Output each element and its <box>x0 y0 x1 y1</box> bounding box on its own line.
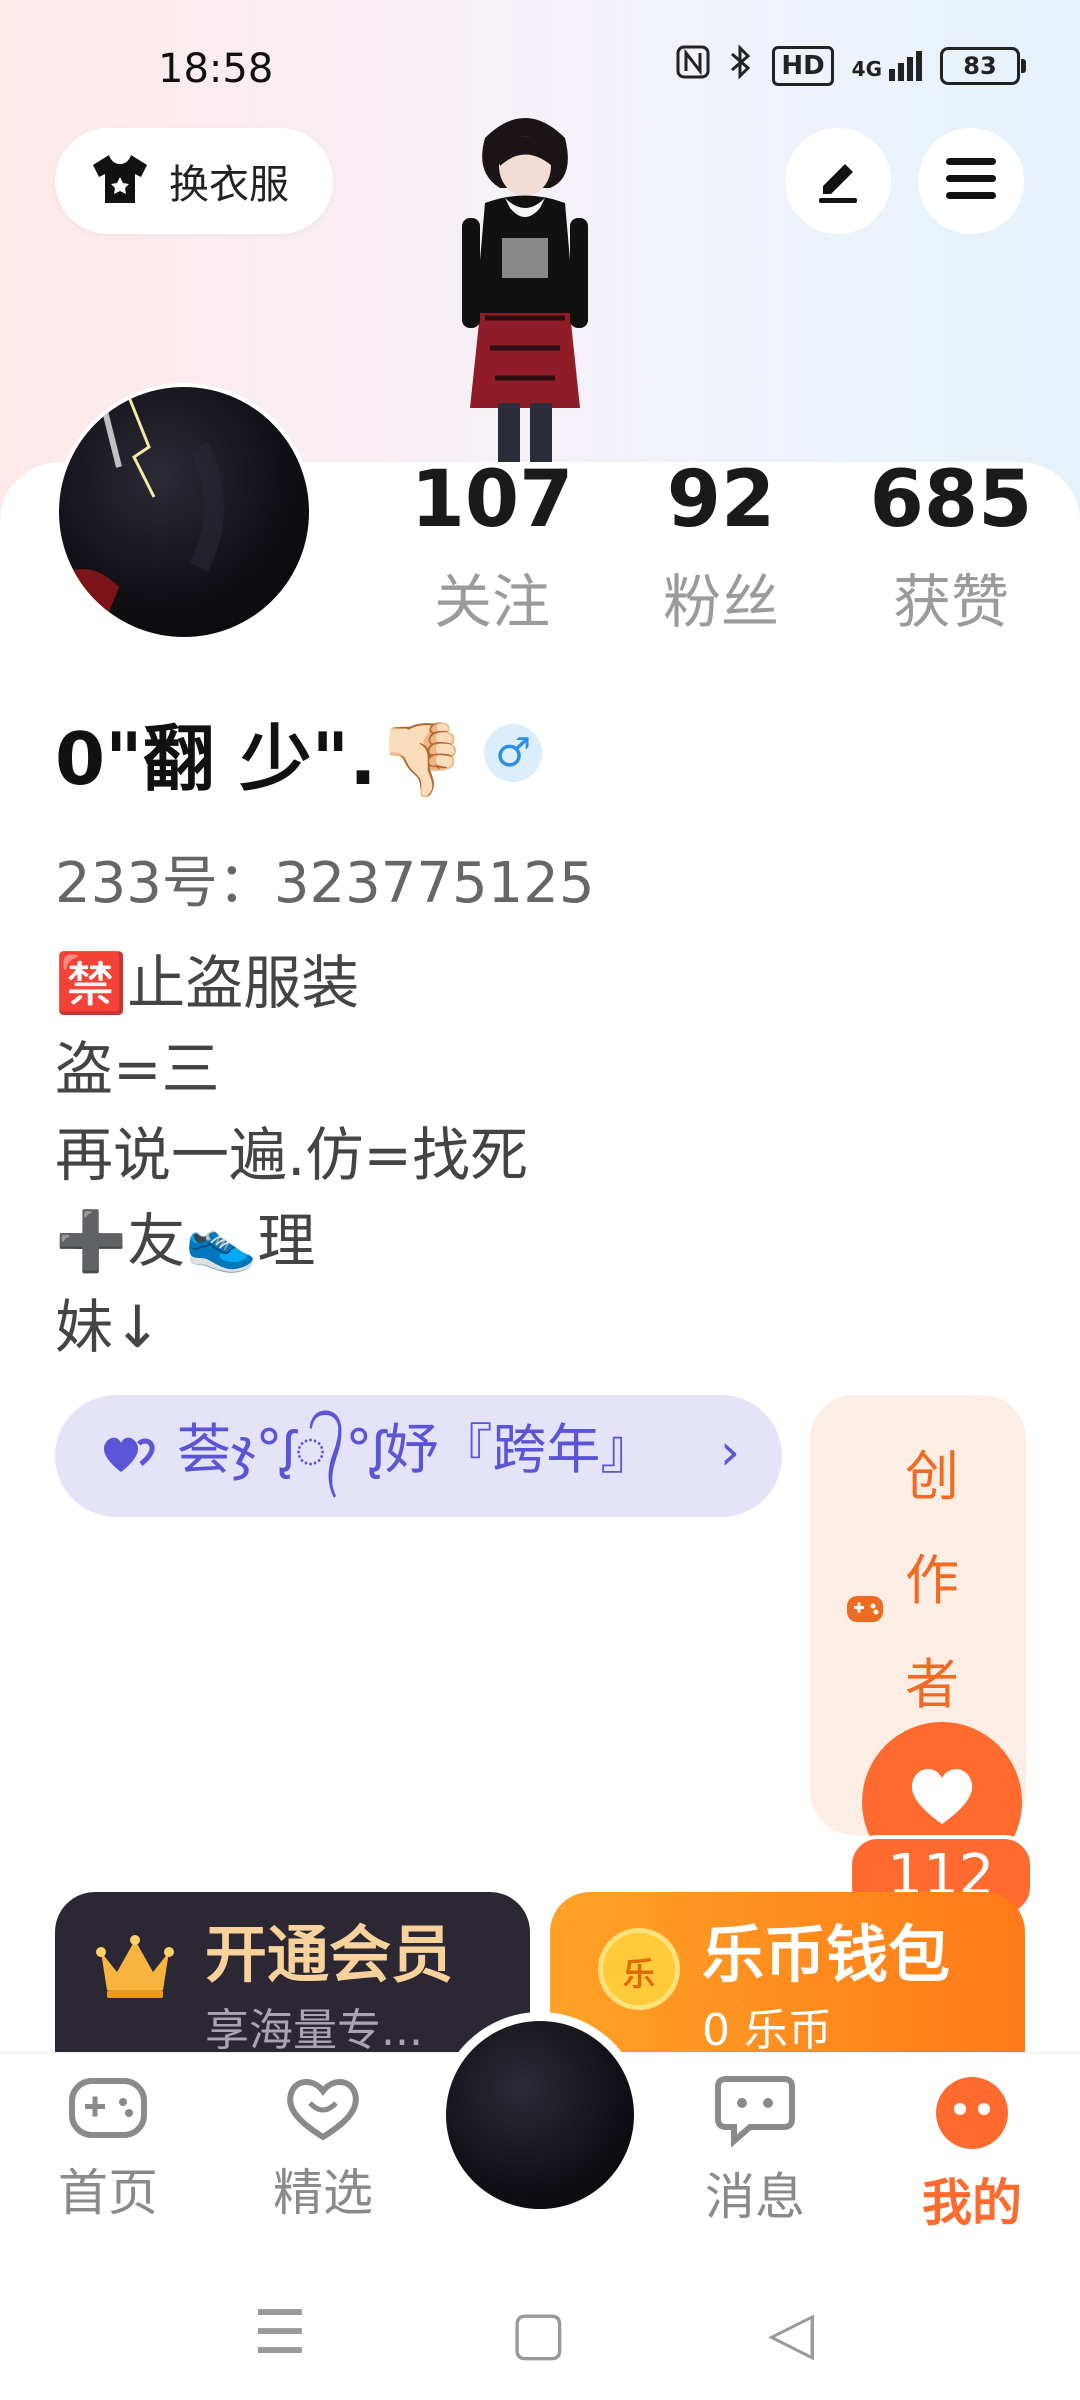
stats-row: 107 关注 92 粉丝 685 获赞 <box>0 455 1080 636</box>
back-triangle-icon[interactable]: ◁ <box>768 2298 814 2368</box>
tab-mine-label: 我的 <box>922 2174 1022 2232</box>
status-time: 18:58 <box>158 46 274 92</box>
stat-fans-label: 粉丝 <box>662 568 779 636</box>
gamepad-icon <box>845 1590 885 1636</box>
4g-signal-icon: 4G <box>852 51 922 81</box>
stat-following[interactable]: 107 关注 <box>392 455 592 639</box>
stat-likes-label: 获赞 <box>892 568 1009 636</box>
change-outfit-button[interactable]: 换衣服 <box>55 128 333 234</box>
wallet-card[interactable]: 乐 乐币钱包 0 乐币 <box>550 1892 1025 2057</box>
center-avatar-button[interactable] <box>437 2012 643 2218</box>
stat-likes[interactable]: 685 获赞 <box>851 455 1051 639</box>
tab-featured-label: 精选 <box>273 2164 373 2222</box>
avatar-character-image[interactable] <box>440 108 610 468</box>
tab-featured[interactable]: 精选 <box>243 2073 403 2225</box>
chat-bubble-icon <box>714 2076 796 2151</box>
bio-line: 盗=三 <box>55 1035 220 1103</box>
crown-icon <box>95 1932 175 2006</box>
chevron-right-icon: › <box>720 1423 740 1481</box>
bio-line: ➕友👟理 <box>55 1207 316 1275</box>
menu-button[interactable] <box>918 128 1024 234</box>
tab-messages[interactable]: 消息 <box>675 2073 835 2229</box>
fan-group-pill[interactable]: 荟ჯ°ᶘ᭄°ᶘ妤『跨年』 › <box>55 1395 782 1517</box>
vip-card[interactable]: 开通会员 享海量专... <box>55 1892 530 2057</box>
gamepad-icon <box>67 2078 149 2147</box>
hd-icon: HD <box>772 46 834 86</box>
tab-home-label: 首页 <box>58 2164 158 2222</box>
status-bar: 18:58 HD 4G 83 <box>0 40 1080 100</box>
vip-title: 开通会员 <box>205 1918 454 1991</box>
center-avatar-image <box>446 2021 634 2209</box>
profile-dots-icon <box>932 2077 1012 2157</box>
user-id[interactable]: 233号：323775125 <box>55 838 595 919</box>
status-icons: HD 4G 83 <box>676 44 1026 88</box>
pencil-icon <box>811 152 865 210</box>
bio: 🈲止盗服装 盗=三 再说一遍.仿=找死 ➕友👟理 妹↓ <box>55 940 528 1370</box>
bio-line: 再说一遍.仿=找死 <box>55 1121 529 1189</box>
tab-messages-label: 消息 <box>705 2168 805 2226</box>
hamburger-menu-icon <box>944 156 998 206</box>
coin-icon: 乐 <box>598 1928 680 2010</box>
system-navigation-bar: ☰ ▢ ◁ <box>0 2250 1080 2400</box>
heart-icon <box>906 1764 978 1832</box>
username: 0"翻 少".👎🏻 <box>55 717 467 801</box>
tab-home[interactable]: 首页 <box>28 2073 188 2225</box>
bluetooth-icon <box>728 44 754 88</box>
stat-fans[interactable]: 92 粉丝 <box>621 455 821 639</box>
stat-following-label: 关注 <box>433 568 550 636</box>
home-square-icon[interactable]: ▢ <box>510 2298 567 2368</box>
fan-group-name: 荟ჯ°ᶘ᭄°ᶘ妤『跨年』 <box>177 1417 655 1481</box>
bio-line: 妹↓ <box>55 1293 162 1361</box>
recent-apps-icon[interactable]: ☰ <box>253 2298 307 2368</box>
tab-mine[interactable]: 我的 <box>892 2073 1052 2235</box>
stat-following-count: 107 <box>410 455 574 545</box>
stat-fans-count: 92 <box>666 455 776 545</box>
battery-indicator: 83 <box>940 47 1026 85</box>
bio-line: 🈲止盗服装 <box>55 949 360 1017</box>
heart-icon <box>282 2079 364 2147</box>
edit-profile-button[interactable] <box>785 128 891 234</box>
vip-subtitle: 享海量专... <box>205 2005 423 2056</box>
network-type: 4G <box>851 57 882 81</box>
wallet-title: 乐币钱包 <box>702 1918 951 1991</box>
name-row: 0"翻 少".👎🏻 ♂ <box>55 700 543 805</box>
male-gender-icon: ♂ <box>484 723 543 782</box>
change-outfit-label: 换衣服 <box>169 162 289 208</box>
wallet-balance: 0 乐币 <box>702 2005 832 2056</box>
tshirt-icon <box>89 151 151 211</box>
stat-likes-count: 685 <box>869 455 1033 545</box>
nfc-icon <box>676 45 710 87</box>
heart-pair-icon <box>99 1432 155 1480</box>
